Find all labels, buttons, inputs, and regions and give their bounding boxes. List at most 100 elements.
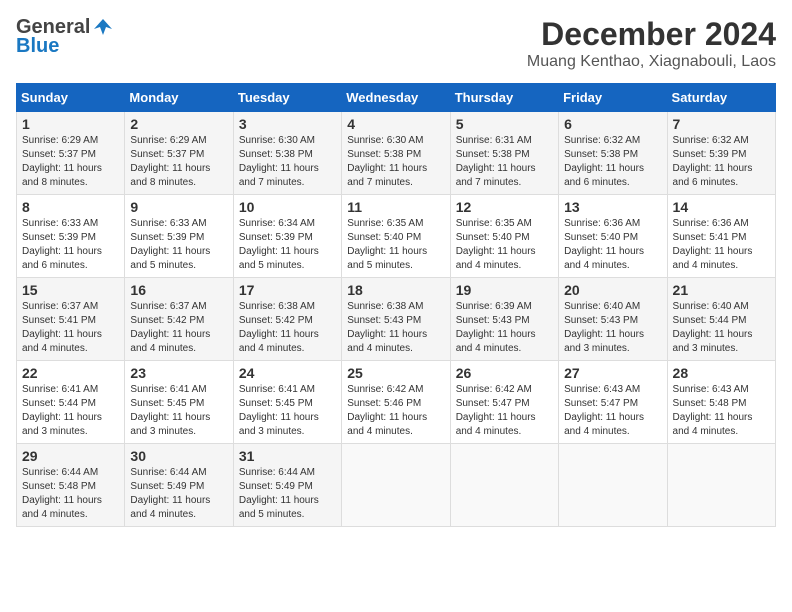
sunrise-label: Sunrise: 6:43 AM: [673, 384, 749, 395]
title-section: December 2024 Muang Kenthao, Xiagnabouli…: [527, 16, 776, 71]
sunset-label: Sunset: 5:39 PM: [22, 232, 96, 243]
sunrise-label: Sunrise: 6:44 AM: [239, 467, 315, 478]
sunrise-label: Sunrise: 6:41 AM: [239, 384, 315, 395]
sunset-label: Sunset: 5:42 PM: [130, 315, 204, 326]
day-info: Sunrise: 6:44 AM Sunset: 5:49 PM Dayligh…: [130, 466, 227, 522]
sunrise-label: Sunrise: 6:30 AM: [239, 135, 315, 146]
day-number: 3: [239, 116, 336, 132]
sunset-label: Sunset: 5:46 PM: [347, 398, 421, 409]
week-row-2: 8 Sunrise: 6:33 AM Sunset: 5:39 PM Dayli…: [17, 195, 776, 278]
sunset-label: Sunset: 5:45 PM: [239, 398, 313, 409]
day-number: 10: [239, 199, 336, 215]
day-info: Sunrise: 6:30 AM Sunset: 5:38 PM Dayligh…: [347, 134, 444, 190]
day-info: Sunrise: 6:41 AM Sunset: 5:44 PM Dayligh…: [22, 383, 119, 439]
day-info: Sunrise: 6:40 AM Sunset: 5:44 PM Dayligh…: [673, 300, 770, 356]
sunrise-label: Sunrise: 6:36 AM: [564, 218, 640, 229]
daylight-label: Daylight: 11 hoursand 4 minutes.: [564, 412, 644, 437]
sunset-label: Sunset: 5:42 PM: [239, 315, 313, 326]
sunrise-label: Sunrise: 6:42 AM: [456, 384, 532, 395]
day-number: 4: [347, 116, 444, 132]
day-cell: 24 Sunrise: 6:41 AM Sunset: 5:45 PM Dayl…: [233, 361, 341, 444]
sunset-label: Sunset: 5:38 PM: [347, 149, 421, 160]
day-cell: 26 Sunrise: 6:42 AM Sunset: 5:47 PM Dayl…: [450, 361, 558, 444]
day-number: 26: [456, 365, 553, 381]
day-info: Sunrise: 6:33 AM Sunset: 5:39 PM Dayligh…: [130, 217, 227, 273]
day-cell: 23 Sunrise: 6:41 AM Sunset: 5:45 PM Dayl…: [125, 361, 233, 444]
sunset-label: Sunset: 5:48 PM: [673, 398, 747, 409]
daylight-label: Daylight: 11 hoursand 8 minutes.: [130, 163, 210, 188]
sunrise-label: Sunrise: 6:34 AM: [239, 218, 315, 229]
day-info: Sunrise: 6:44 AM Sunset: 5:49 PM Dayligh…: [239, 466, 336, 522]
weekday-header-monday: Monday: [125, 84, 233, 112]
day-cell: [667, 444, 775, 527]
daylight-label: Daylight: 11 hoursand 5 minutes.: [239, 246, 319, 271]
day-cell: 13 Sunrise: 6:36 AM Sunset: 5:40 PM Dayl…: [559, 195, 667, 278]
daylight-label: Daylight: 11 hoursand 4 minutes.: [456, 246, 536, 271]
month-title: December 2024: [527, 16, 776, 53]
day-cell: 2 Sunrise: 6:29 AM Sunset: 5:37 PM Dayli…: [125, 112, 233, 195]
daylight-label: Daylight: 11 hoursand 5 minutes.: [130, 246, 210, 271]
daylight-label: Daylight: 11 hoursand 8 minutes.: [22, 163, 102, 188]
day-info: Sunrise: 6:31 AM Sunset: 5:38 PM Dayligh…: [456, 134, 553, 190]
sunset-label: Sunset: 5:38 PM: [564, 149, 638, 160]
daylight-label: Daylight: 11 hoursand 4 minutes.: [456, 329, 536, 354]
sunrise-label: Sunrise: 6:41 AM: [22, 384, 98, 395]
day-number: 30: [130, 448, 227, 464]
daylight-label: Daylight: 11 hoursand 4 minutes.: [239, 329, 319, 354]
day-cell: 11 Sunrise: 6:35 AM Sunset: 5:40 PM Dayl…: [342, 195, 450, 278]
sunrise-label: Sunrise: 6:37 AM: [22, 301, 98, 312]
sunset-label: Sunset: 5:44 PM: [22, 398, 96, 409]
day-number: 24: [239, 365, 336, 381]
sunset-label: Sunset: 5:37 PM: [130, 149, 204, 160]
daylight-label: Daylight: 11 hoursand 3 minutes.: [564, 329, 644, 354]
day-number: 5: [456, 116, 553, 132]
day-cell: 31 Sunrise: 6:44 AM Sunset: 5:49 PM Dayl…: [233, 444, 341, 527]
day-number: 20: [564, 282, 661, 298]
daylight-label: Daylight: 11 hoursand 7 minutes.: [239, 163, 319, 188]
sunset-label: Sunset: 5:43 PM: [456, 315, 530, 326]
daylight-label: Daylight: 11 hoursand 6 minutes.: [564, 163, 644, 188]
day-cell: [342, 444, 450, 527]
day-number: 17: [239, 282, 336, 298]
daylight-label: Daylight: 11 hoursand 4 minutes.: [456, 412, 536, 437]
weekday-header-saturday: Saturday: [667, 84, 775, 112]
daylight-label: Daylight: 11 hoursand 4 minutes.: [673, 412, 753, 437]
daylight-label: Daylight: 11 hoursand 4 minutes.: [22, 495, 102, 520]
location-title: Muang Kenthao, Xiagnabouli, Laos: [527, 53, 776, 71]
daylight-label: Daylight: 11 hoursand 4 minutes.: [673, 246, 753, 271]
day-number: 12: [456, 199, 553, 215]
daylight-label: Daylight: 11 hoursand 4 minutes.: [22, 329, 102, 354]
day-number: 2: [130, 116, 227, 132]
day-info: Sunrise: 6:37 AM Sunset: 5:41 PM Dayligh…: [22, 300, 119, 356]
sunrise-label: Sunrise: 6:29 AM: [22, 135, 98, 146]
weekday-header-friday: Friday: [559, 84, 667, 112]
daylight-label: Daylight: 11 hoursand 4 minutes.: [347, 412, 427, 437]
day-number: 9: [130, 199, 227, 215]
day-cell: 9 Sunrise: 6:33 AM Sunset: 5:39 PM Dayli…: [125, 195, 233, 278]
day-cell: 28 Sunrise: 6:43 AM Sunset: 5:48 PM Dayl…: [667, 361, 775, 444]
daylight-label: Daylight: 11 hoursand 4 minutes.: [564, 246, 644, 271]
day-cell: 30 Sunrise: 6:44 AM Sunset: 5:49 PM Dayl…: [125, 444, 233, 527]
sunrise-label: Sunrise: 6:31 AM: [456, 135, 532, 146]
calendar-table: SundayMondayTuesdayWednesdayThursdayFrid…: [16, 83, 776, 527]
day-number: 25: [347, 365, 444, 381]
sunrise-label: Sunrise: 6:35 AM: [456, 218, 532, 229]
weekday-header-wednesday: Wednesday: [342, 84, 450, 112]
day-info: Sunrise: 6:30 AM Sunset: 5:38 PM Dayligh…: [239, 134, 336, 190]
sunset-label: Sunset: 5:41 PM: [673, 232, 747, 243]
day-info: Sunrise: 6:40 AM Sunset: 5:43 PM Dayligh…: [564, 300, 661, 356]
day-cell: 19 Sunrise: 6:39 AM Sunset: 5:43 PM Dayl…: [450, 278, 558, 361]
day-cell: 21 Sunrise: 6:40 AM Sunset: 5:44 PM Dayl…: [667, 278, 775, 361]
sunset-label: Sunset: 5:41 PM: [22, 315, 96, 326]
sunrise-label: Sunrise: 6:33 AM: [130, 218, 206, 229]
day-cell: 3 Sunrise: 6:30 AM Sunset: 5:38 PM Dayli…: [233, 112, 341, 195]
day-number: 23: [130, 365, 227, 381]
day-cell: 25 Sunrise: 6:42 AM Sunset: 5:46 PM Dayl…: [342, 361, 450, 444]
sunrise-label: Sunrise: 6:37 AM: [130, 301, 206, 312]
sunrise-label: Sunrise: 6:40 AM: [564, 301, 640, 312]
day-number: 21: [673, 282, 770, 298]
day-info: Sunrise: 6:36 AM Sunset: 5:41 PM Dayligh…: [673, 217, 770, 273]
sunset-label: Sunset: 5:49 PM: [130, 481, 204, 492]
week-row-5: 29 Sunrise: 6:44 AM Sunset: 5:48 PM Dayl…: [17, 444, 776, 527]
sunset-label: Sunset: 5:47 PM: [456, 398, 530, 409]
